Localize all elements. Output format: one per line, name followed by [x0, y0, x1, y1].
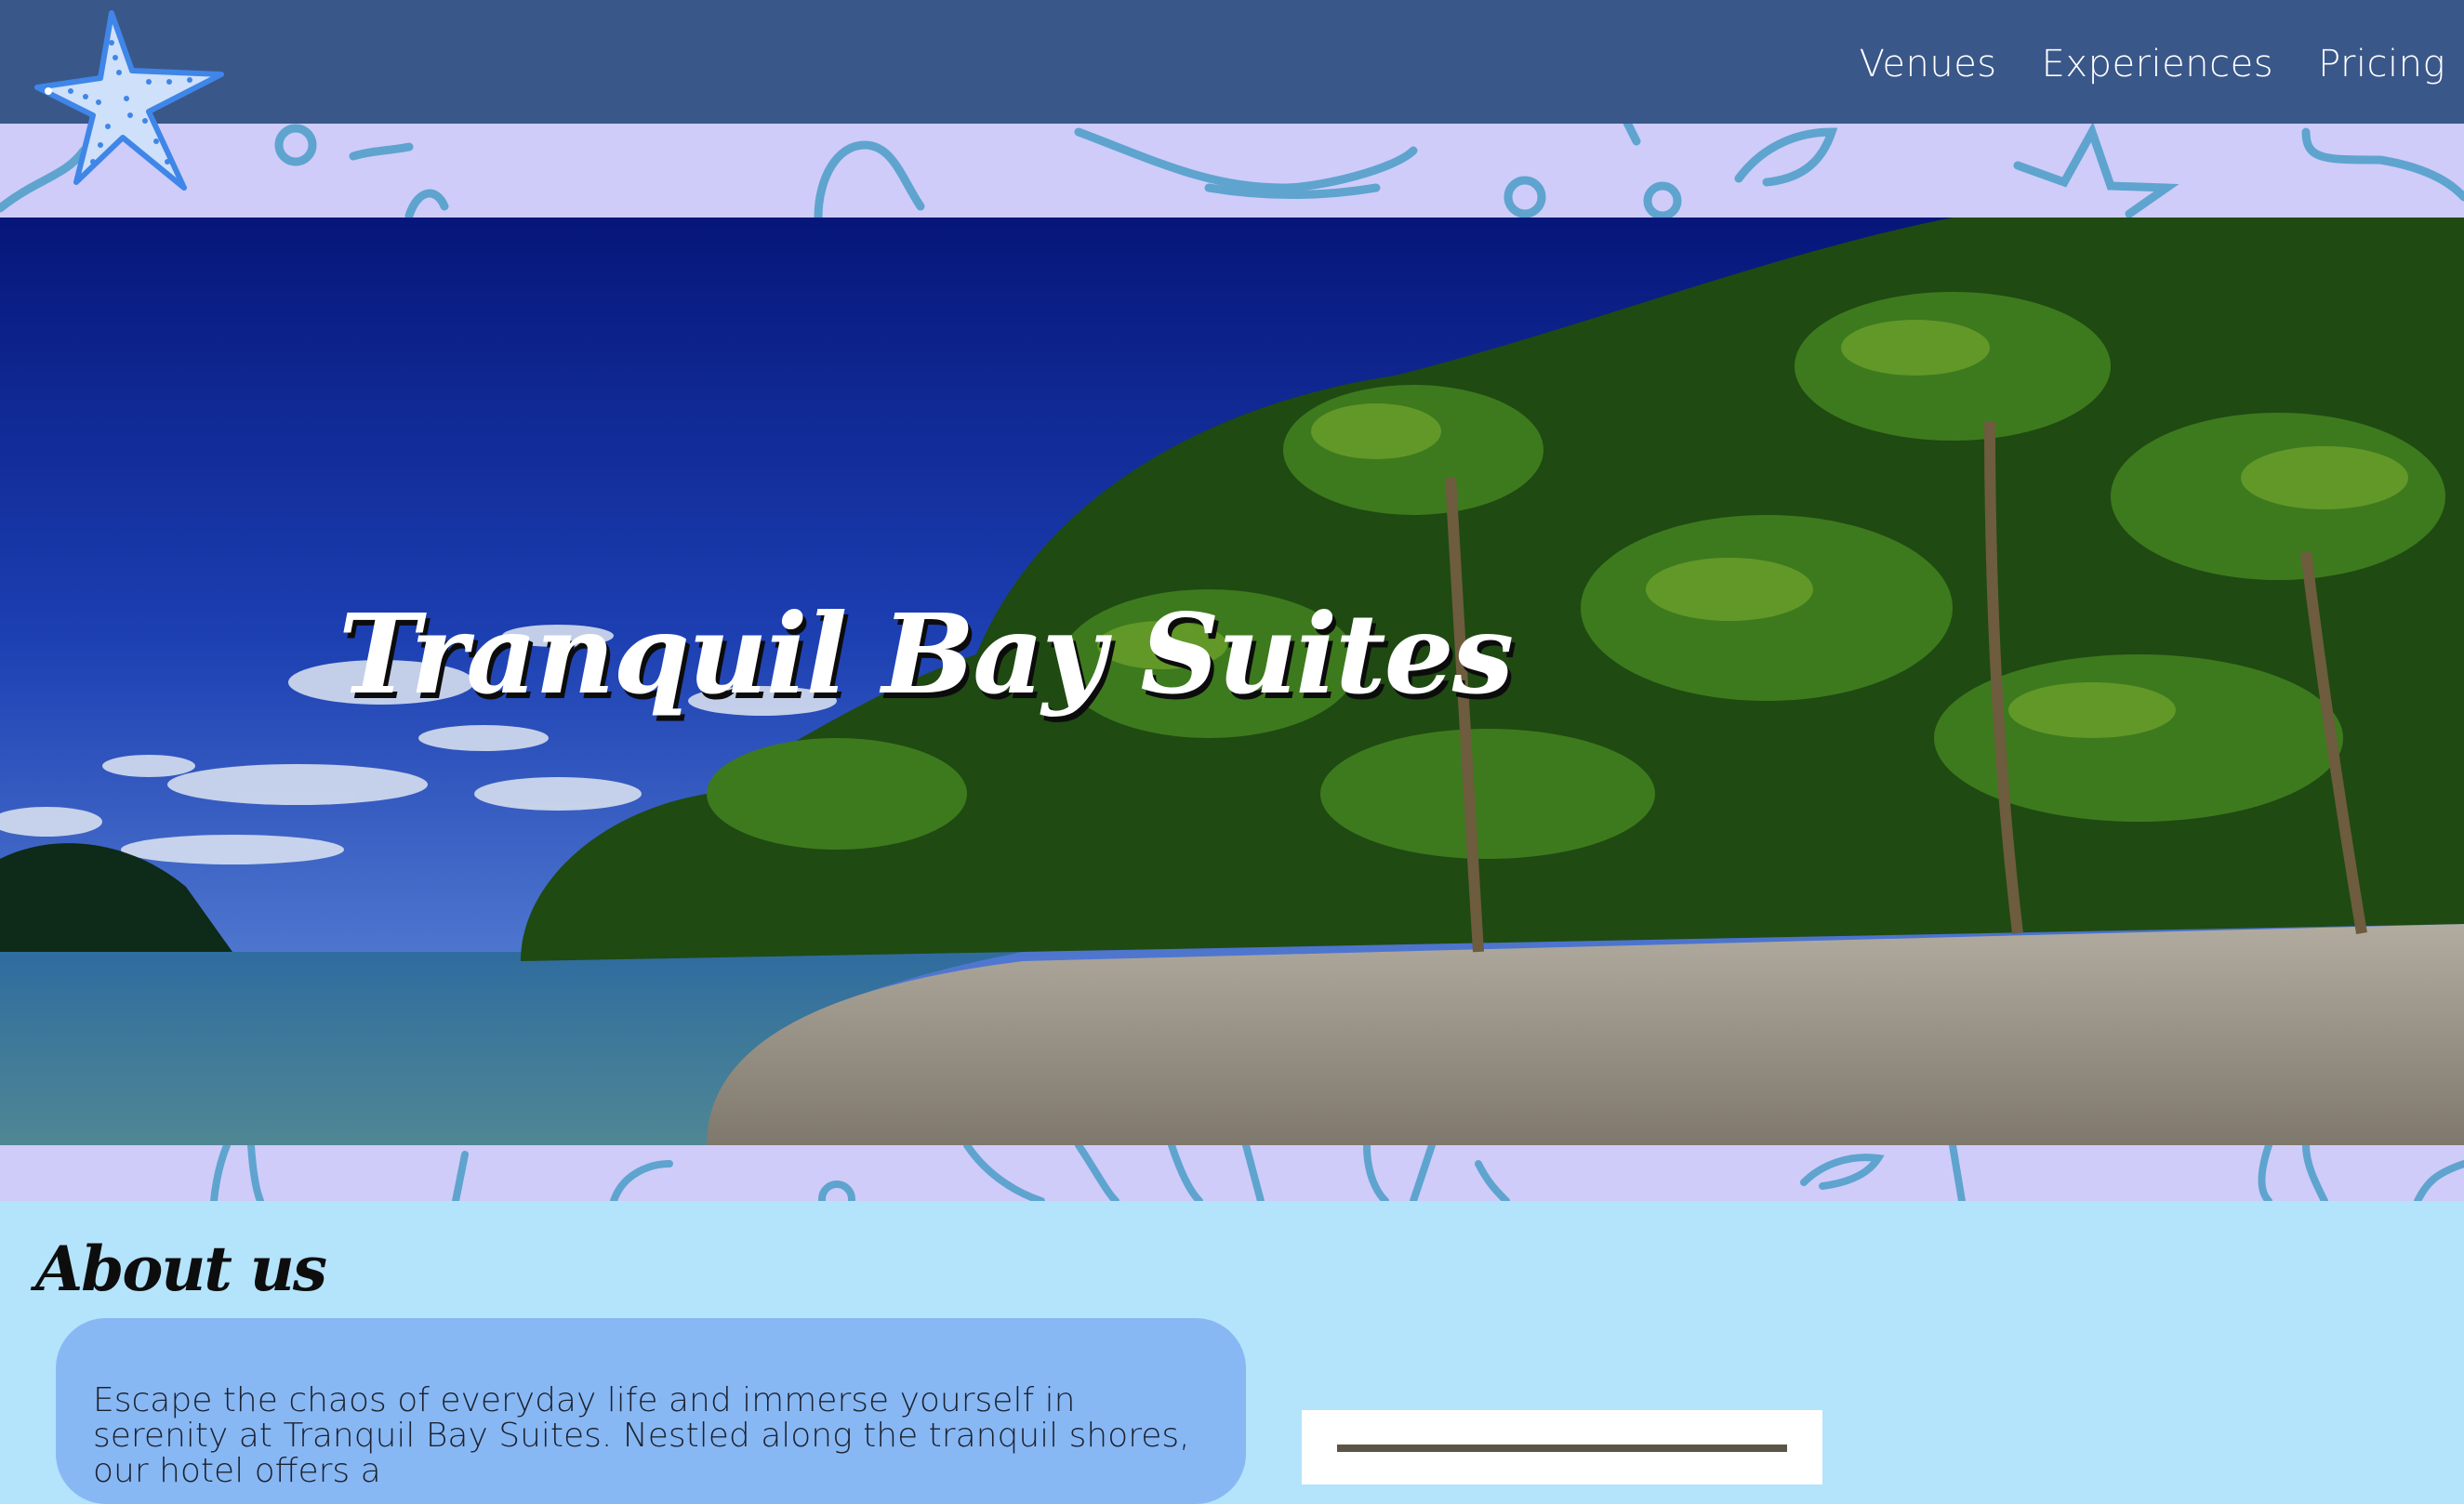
- site-header: Venues Experiences Pricing: [0, 0, 2464, 124]
- sea-pattern-band-bottom: [0, 1145, 2464, 1201]
- main-nav: Venues Experiences Pricing: [1860, 43, 2445, 86]
- sea-pattern-band-top: [0, 123, 2464, 218]
- nav-experiences-link[interactable]: Experiences: [2042, 43, 2273, 86]
- starfish-icon[interactable]: [33, 6, 225, 191]
- nav-venues-link[interactable]: Venues: [1860, 43, 1997, 86]
- about-text: Escape the chaos of everyday life and im…: [93, 1381, 1190, 1490]
- hero-banner: Tranquil Bay Suites: [0, 218, 2464, 1145]
- about-image: [1302, 1410, 1822, 1484]
- hero-title: Tranquil Bay Suites: [338, 589, 1514, 719]
- about-heading: About us: [35, 1233, 327, 1305]
- nav-pricing-link[interactable]: Pricing: [2318, 43, 2445, 86]
